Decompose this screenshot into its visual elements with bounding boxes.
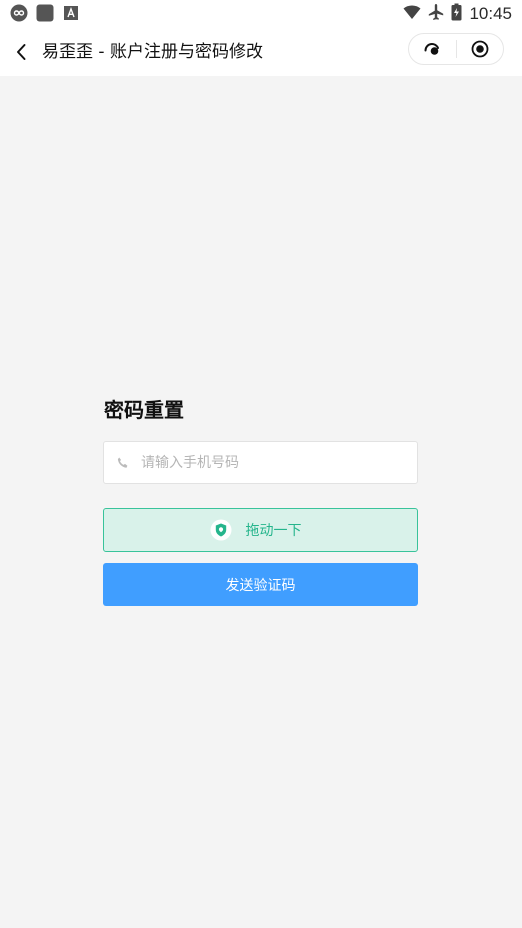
more-button[interactable] [409,34,456,64]
infinity-icon [10,4,28,22]
wifi-icon [403,4,421,24]
status-bar-left [10,4,80,22]
form-title: 密码重置 [104,398,184,422]
status-bar-right: 10:45 [403,3,512,25]
status-time: 10:45 [469,4,512,23]
send-code-button[interactable]: 发送验证码 [103,563,418,606]
font-a-icon [62,4,80,22]
nav-bar: 易歪歪 - 账户注册与密码修改 [0,28,522,76]
phone-icon [115,455,131,471]
chevron-left-icon [17,44,26,60]
drag-verify-slider[interactable]: 拖动一下 [103,508,418,552]
shield-check-icon[interactable] [210,519,232,541]
more-dots-icon [424,43,440,55]
phone-input[interactable] [139,453,403,472]
page-title: 易歪歪 - 账户注册与密码修改 [42,42,263,62]
slider-label: 拖动一下 [245,523,302,539]
app-square-icon [36,4,54,22]
miniprogram-capsule [408,33,504,65]
phone-field[interactable] [103,441,418,484]
status-bar: 10:45 [0,0,522,28]
airplane-icon [428,3,444,25]
battery-charging-icon [451,3,462,25]
close-target-icon [471,40,489,58]
close-button[interactable] [456,34,503,64]
back-button[interactable] [10,40,32,64]
